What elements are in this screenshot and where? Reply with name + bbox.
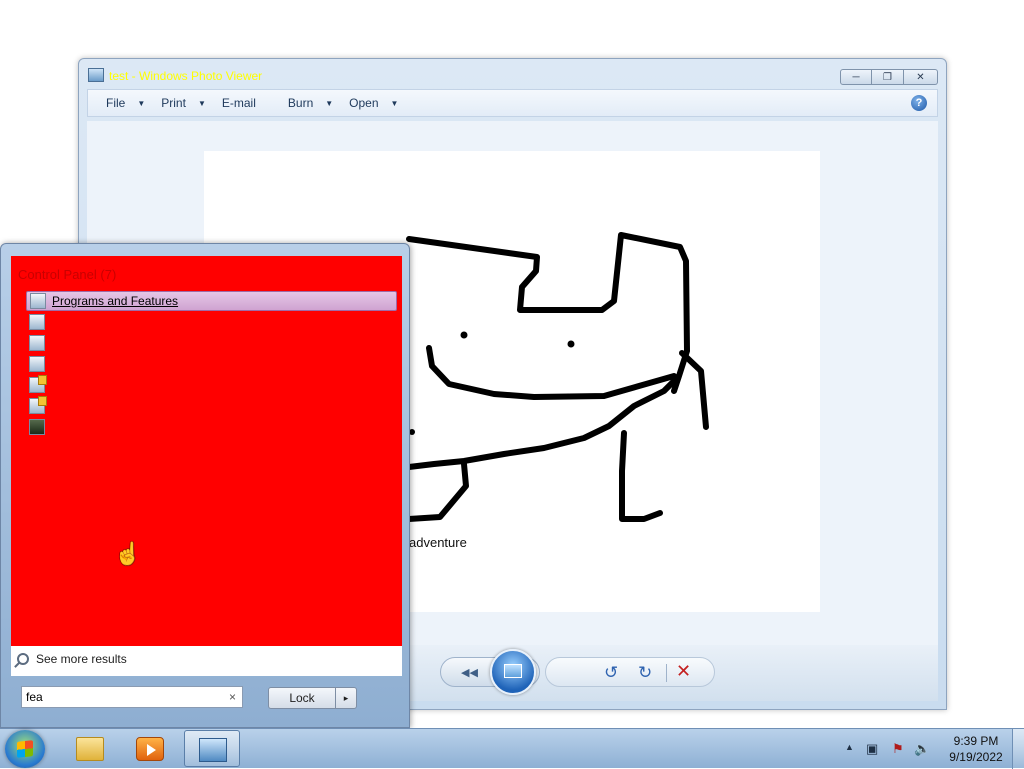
- programs-icon: [30, 293, 46, 309]
- photo-caption-text: adventure: [409, 535, 467, 550]
- volume-icon[interactable]: 🔈: [914, 741, 930, 756]
- taskbar-photo-viewer-button[interactable]: [184, 730, 240, 767]
- start-button[interactable]: [5, 730, 45, 768]
- see-more-results-label: See more results: [36, 652, 127, 666]
- window-title: test - Windows Photo Viewer: [109, 69, 263, 83]
- menu-print-label: Print: [161, 96, 186, 110]
- start-search-box[interactable]: ×: [21, 686, 243, 708]
- taskbar-media-player-button[interactable]: [122, 730, 178, 767]
- window-controls: ─ ❐ ✕: [840, 69, 938, 85]
- action-center-flag-icon[interactable]: ⚑: [892, 741, 906, 756]
- chevron-down-icon: ▼: [137, 98, 146, 108]
- result-item[interactable]: [26, 312, 397, 332]
- network-icon[interactable]: ▣: [866, 741, 880, 756]
- media-player-icon: [136, 737, 164, 761]
- windows-logo-icon: [17, 740, 33, 758]
- menu-file-label: File: [106, 96, 126, 110]
- rotate-clockwise-icon[interactable]: ↻: [638, 663, 652, 683]
- search-input[interactable]: [26, 690, 216, 704]
- minimize-button[interactable]: ─: [840, 69, 872, 85]
- result-item[interactable]: [26, 375, 397, 395]
- shield-settings-icon: [29, 396, 47, 414]
- start-menu: Control Panel (7) Programs and Features: [0, 243, 410, 728]
- see-more-results-link[interactable]: See more results: [17, 652, 127, 666]
- photo-viewer-icon: [199, 738, 227, 762]
- taskbar-explorer-button[interactable]: [62, 730, 118, 767]
- clear-search-icon[interactable]: ×: [229, 690, 236, 704]
- document-icon: [29, 356, 45, 372]
- chevron-down-icon: ▼: [197, 98, 206, 108]
- search-icon: [17, 653, 29, 665]
- show-hidden-icons-icon[interactable]: ▲: [845, 742, 854, 752]
- search-results-panel: Control Panel (7) Programs and Features: [11, 256, 402, 646]
- menu-email[interactable]: E-mail: [214, 92, 264, 114]
- shield-settings-icon: [29, 375, 47, 393]
- result-item[interactable]: Programs and Features: [26, 291, 397, 311]
- menu-burn-label: Burn: [287, 96, 314, 110]
- slideshow-icon: [504, 664, 522, 678]
- divider: [666, 664, 667, 682]
- menu-print[interactable]: Print ▼: [153, 92, 214, 114]
- photo-viewer-app-icon: [88, 68, 104, 82]
- dark-screen-icon: [29, 419, 45, 435]
- menu-email-label: E-mail: [221, 96, 256, 110]
- folder-icon: [76, 737, 104, 761]
- command-bar: File ▼ Print ▼ E-mail Burn ▼ Open ▼ ?: [87, 89, 938, 117]
- clock[interactable]: 9:39 PM 9/19/2022: [936, 733, 1016, 765]
- menu-file[interactable]: File ▼: [98, 92, 153, 114]
- menu-open[interactable]: Open ▼: [341, 92, 406, 114]
- result-item[interactable]: [26, 354, 397, 374]
- help-icon[interactable]: ?: [911, 95, 927, 111]
- previous-icon[interactable]: ◀◀: [461, 666, 478, 679]
- clock-time: 9:39 PM: [953, 734, 999, 748]
- delete-icon[interactable]: ✕: [676, 661, 691, 682]
- maximize-button[interactable]: ❐: [872, 69, 904, 85]
- shutdown-options-arrow-icon[interactable]: ▸: [335, 687, 357, 709]
- results-group-header[interactable]: Control Panel (7): [18, 267, 116, 282]
- title-bar[interactable]: test - Windows Photo Viewer ─ ❐ ✕: [79, 59, 946, 89]
- close-button[interactable]: ✕: [904, 69, 938, 85]
- clock-date: 9/19/2022: [949, 750, 1003, 764]
- slideshow-button[interactable]: [490, 649, 536, 695]
- result-item[interactable]: [26, 417, 397, 437]
- control-panel-icon: [29, 314, 45, 330]
- result-item-label: Programs and Features: [52, 294, 179, 308]
- rotate-counterclockwise-icon[interactable]: ↺: [604, 663, 618, 683]
- lock-button[interactable]: Lock: [268, 687, 336, 709]
- tools-group: ↺ ↻ ✕: [545, 657, 715, 687]
- menu-burn[interactable]: Burn ▼: [280, 92, 341, 114]
- result-item[interactable]: [26, 396, 397, 416]
- chevron-down-icon: ▼: [325, 98, 334, 108]
- show-desktop-button[interactable]: [1012, 729, 1024, 769]
- taskbar: ▲ ▣ ⚑ 🔈 9:39 PM 9/19/2022: [0, 728, 1024, 769]
- chevron-down-icon: ▼: [390, 98, 399, 108]
- mouse-pointer-icon: ☝: [114, 541, 142, 566]
- document-icon: [29, 335, 45, 351]
- result-item[interactable]: [26, 333, 397, 353]
- menu-open-label: Open: [349, 96, 379, 110]
